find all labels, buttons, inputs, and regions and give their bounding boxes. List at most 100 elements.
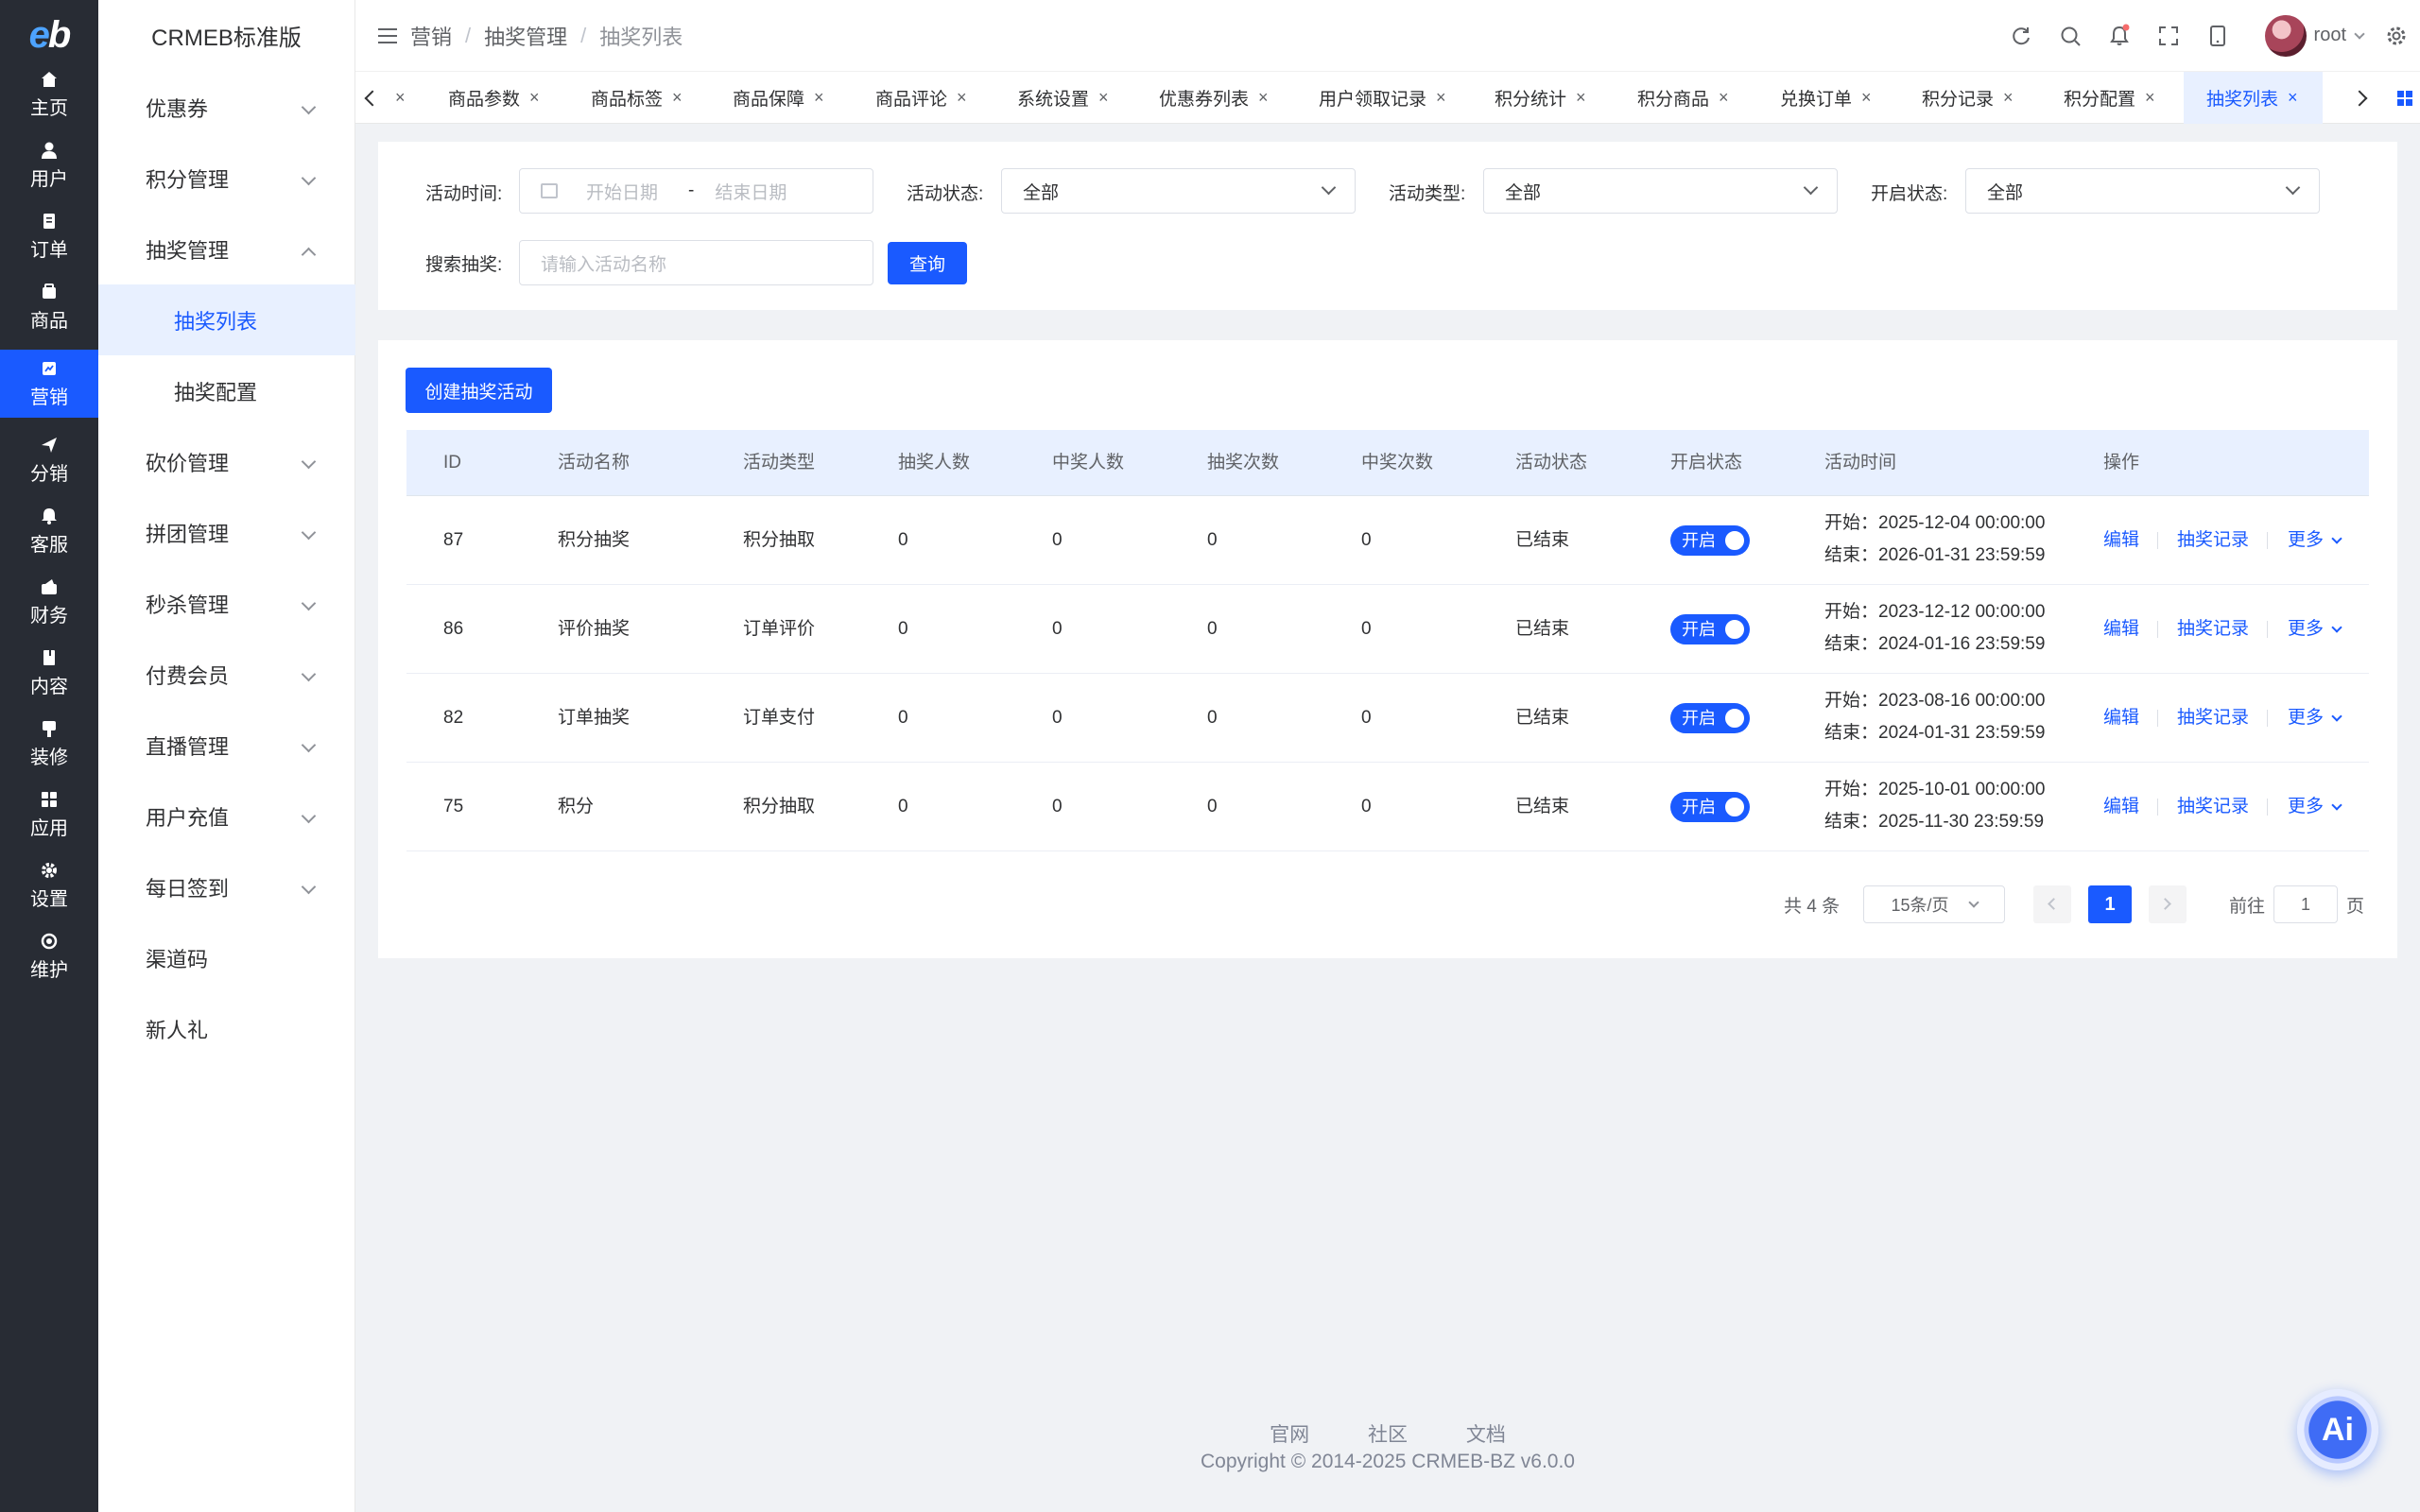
close-icon[interactable]: × <box>1258 88 1269 108</box>
menu-fold-icon[interactable] <box>378 27 397 43</box>
goto-page-input[interactable]: 1 <box>2273 885 2338 923</box>
subnav-recharge[interactable]: 用户充值 <box>98 781 355 851</box>
create-lottery-button[interactable]: 创建抽奖活动 <box>406 368 552 413</box>
subnav-lottery-list[interactable]: 抽奖列表 <box>98 284 355 355</box>
subnav-lottery[interactable]: 抽奖管理 <box>98 214 355 284</box>
edit-link[interactable]: 编辑 <box>2103 674 2139 763</box>
close-icon[interactable]: × <box>1719 88 1729 108</box>
edit-link[interactable]: 编辑 <box>2103 585 2139 674</box>
close-icon[interactable]: × <box>1861 88 1872 108</box>
rail-item-apps[interactable]: 应用 <box>0 781 98 849</box>
close-icon[interactable]: × <box>1098 88 1109 108</box>
ai-assistant-button[interactable]: Ai <box>2297 1389 2378 1470</box>
tag-item[interactable]: 积分记录 × <box>1922 72 2014 124</box>
footer-link-official[interactable]: 官网 <box>1270 1424 1309 1446</box>
tags-scroll-left-icon[interactable] <box>364 90 381 107</box>
start-date-input[interactable]: 开始日期 <box>586 179 658 204</box>
chevron-down-icon[interactable] <box>2354 27 2365 40</box>
tags-menu-grid-icon[interactable] <box>2397 91 2412 106</box>
rail-item-finance[interactable]: 财务 <box>0 568 98 636</box>
lottery-records-link[interactable]: 抽奖记录 <box>2177 763 2249 851</box>
search-icon[interactable] <box>2058 24 2083 48</box>
tag-item[interactable]: 兑换订单 × <box>1780 72 1872 124</box>
lottery-records-link[interactable]: 抽奖记录 <box>2177 674 2249 763</box>
lottery-records-link[interactable]: 抽奖记录 <box>2177 496 2249 585</box>
more-dropdown[interactable]: 更多 <box>2288 496 2342 585</box>
close-icon[interactable]: × <box>814 88 824 108</box>
rail-item-decorate[interactable]: 装修 <box>0 710 98 778</box>
refresh-icon[interactable] <box>2009 24 2033 48</box>
subnav-live[interactable]: 直播管理 <box>98 710 355 781</box>
activity-type-select[interactable]: 全部 <box>1483 168 1838 214</box>
tag-item[interactable]: 积分商品 × <box>1637 72 1729 124</box>
rail-item-marketing[interactable]: 营销 <box>0 350 98 418</box>
open-status-select[interactable]: 全部 <box>1965 168 2320 214</box>
rail-item-user[interactable]: 用户 <box>0 131 98 199</box>
next-page-button[interactable] <box>2149 885 2187 923</box>
open-status-switch[interactable]: 开启 <box>1670 525 1750 556</box>
tag-item[interactable]: 商品参数 × <box>448 72 540 124</box>
rail-item-content[interactable]: 内容 <box>0 639 98 707</box>
close-icon[interactable]: × <box>395 88 406 108</box>
tag-item[interactable]: 用户领取记录 × <box>1319 72 1446 124</box>
tag-item[interactable]: 商品评论 × <box>875 72 967 124</box>
subnav-sign-in[interactable]: 每日签到 <box>98 851 355 922</box>
footer-link-docs[interactable]: 文档 <box>1466 1424 1506 1446</box>
open-status-switch[interactable]: 开启 <box>1670 792 1750 822</box>
fullscreen-icon[interactable] <box>2156 24 2181 48</box>
more-dropdown[interactable]: 更多 <box>2288 763 2342 851</box>
lottery-records-link[interactable]: 抽奖记录 <box>2177 585 2249 674</box>
edit-link[interactable]: 编辑 <box>2103 763 2139 851</box>
more-dropdown[interactable]: 更多 <box>2288 674 2342 763</box>
rail-item-distribution[interactable]: 分销 <box>0 426 98 494</box>
tag-close-leading[interactable]: × <box>386 72 406 124</box>
gear-icon[interactable] <box>2384 24 2409 48</box>
close-icon[interactable]: × <box>957 88 967 108</box>
rail-item-service[interactable]: 客服 <box>0 497 98 565</box>
prev-page-button[interactable] <box>2033 885 2071 923</box>
rail-item-maintain[interactable]: 维护 <box>0 922 98 990</box>
tag-item[interactable]: 商品保障 × <box>733 72 824 124</box>
edit-link[interactable]: 编辑 <box>2103 496 2139 585</box>
close-icon[interactable]: × <box>1576 88 1586 108</box>
page-number-current[interactable]: 1 <box>2088 885 2132 923</box>
rail-item-goods[interactable]: 商品 <box>0 273 98 341</box>
breadcrumb-lottery[interactable]: 抽奖管理 <box>484 21 567 51</box>
close-icon[interactable]: × <box>2288 88 2298 108</box>
query-button[interactable]: 查询 <box>888 242 967 284</box>
close-icon[interactable]: × <box>529 88 540 108</box>
activity-status-select[interactable]: 全部 <box>1001 168 1356 214</box>
subnav-bargain[interactable]: 砍价管理 <box>98 426 355 497</box>
close-icon[interactable]: × <box>2145 88 2155 108</box>
end-date-input[interactable]: 结束日期 <box>715 179 786 204</box>
rail-item-home[interactable]: 主页 <box>0 60 98 129</box>
page-size-select[interactable]: 15条/页 <box>1863 885 2005 923</box>
tag-item[interactable]: 积分配置 × <box>2064 72 2155 124</box>
rail-item-settings[interactable]: 设置 <box>0 851 98 919</box>
subnav-seckill[interactable]: 秒杀管理 <box>98 568 355 639</box>
tag-item[interactable]: 商品标签 × <box>591 72 683 124</box>
subnav-group-buy[interactable]: 拼团管理 <box>98 497 355 568</box>
subnav-lottery-config[interactable]: 抽奖配置 <box>98 355 355 426</box>
date-range-picker[interactable]: 开始日期 - 结束日期 <box>519 168 873 214</box>
tag-item[interactable]: 优惠券列表 × <box>1159 72 1269 124</box>
footer-link-community[interactable]: 社区 <box>1368 1424 1408 1446</box>
subnav-newcomer-gift[interactable]: 新人礼 <box>98 993 355 1064</box>
subnav-points[interactable]: 积分管理 <box>98 143 355 214</box>
lottery-search-input[interactable]: 请输入活动名称 <box>519 240 873 285</box>
breadcrumb-marketing[interactable]: 营销 <box>410 21 452 51</box>
tablet-icon[interactable] <box>2205 24 2230 48</box>
bell-icon[interactable] <box>2107 24 2132 48</box>
tag-item[interactable]: 系统设置 × <box>1017 72 1109 124</box>
subnav-coupon[interactable]: 优惠券 <box>98 72 355 143</box>
open-status-switch[interactable]: 开启 <box>1670 614 1750 644</box>
subnav-paid-member[interactable]: 付费会员 <box>98 639 355 710</box>
tag-item[interactable]: 积分统计 × <box>1495 72 1586 124</box>
rail-item-order[interactable]: 订单 <box>0 202 98 270</box>
open-status-switch[interactable]: 开启 <box>1670 703 1750 733</box>
more-dropdown[interactable]: 更多 <box>2288 585 2342 674</box>
close-icon[interactable]: × <box>2003 88 2014 108</box>
close-icon[interactable]: × <box>1436 88 1446 108</box>
close-icon[interactable]: × <box>672 88 683 108</box>
user-name[interactable]: root <box>2314 25 2346 46</box>
